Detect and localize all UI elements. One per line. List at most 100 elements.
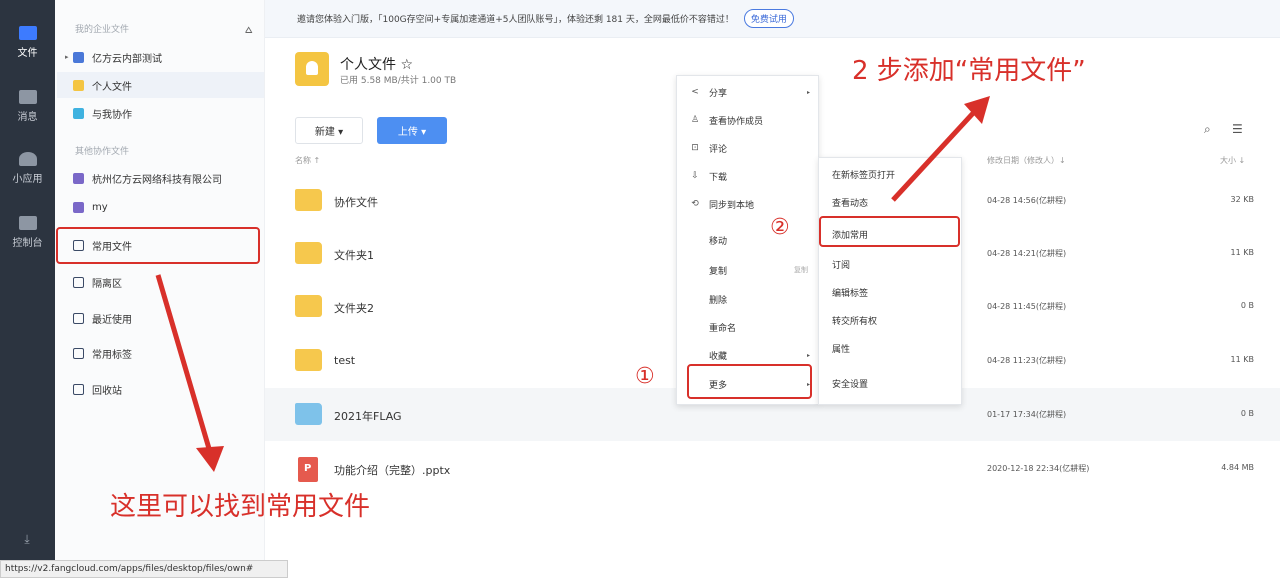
file-name[interactable]: 文件夹2 — [334, 300, 374, 316]
submenu-item-open-new-tab[interactable]: 在新标签页打开 — [819, 160, 961, 188]
sync-icon: ⟲ — [691, 199, 699, 209]
menu-label: 下载 — [709, 172, 728, 183]
file-name[interactable]: 协作文件 — [334, 194, 378, 210]
apps-icon — [18, 152, 37, 166]
file-size: 0 B — [1240, 301, 1254, 310]
download-icon[interactable]: ⤓ — [18, 532, 36, 546]
rail-messages[interactable]: 消息 — [0, 90, 55, 123]
submenu-item-security[interactable]: 安全设置 — [819, 369, 961, 397]
sidebar-section-enterprise: 我的企业文件 — [75, 25, 130, 35]
network-icon[interactable]: ⩟ — [245, 22, 252, 37]
sidebar-item-label: my — [92, 201, 108, 213]
arrow-up-head — [964, 96, 990, 124]
sidebar-item-recent[interactable]: 最近使用 — [57, 305, 252, 331]
rail-console[interactable]: 控制台 — [0, 216, 55, 249]
file-date: 01-17 17:34(亿耕程) — [987, 410, 1067, 419]
tag-icon — [73, 347, 84, 359]
file-size: 11 KB — [1230, 248, 1254, 257]
file-size: 4.84 MB — [1221, 463, 1254, 472]
folder-icon — [295, 189, 322, 211]
sidebar-item-label: 个人文件 — [92, 81, 132, 93]
folder-icon — [295, 295, 322, 317]
file-name[interactable]: 2021年FLAG — [334, 408, 402, 424]
new-button[interactable]: 新建 ▾ — [295, 117, 363, 144]
file-size: 11 KB — [1230, 355, 1254, 364]
app-rail: 文件 消息 小应用 控制台 ⤓ — [0, 0, 55, 578]
file-name[interactable]: 功能介绍（完整）.pptx — [334, 462, 450, 478]
file-name[interactable]: test — [334, 354, 355, 367]
menu-label: 查看协作成员 — [709, 116, 764, 127]
menu-item-delete[interactable]: 删除 — [677, 285, 818, 313]
rail-files-label: 文件 — [17, 48, 38, 59]
list-view-icon[interactable]: ☰ — [1232, 122, 1243, 136]
file-date: 04-28 11:45(亿耕程) — [987, 302, 1067, 311]
search-icon[interactable]: ⌕ — [1204, 122, 1211, 137]
table-row[interactable]: 功能介绍（完整）.pptx 2020-12-18 22:34(亿耕程) 4.84… — [265, 442, 1280, 495]
sidebar-item-label: 隔离区 — [92, 278, 122, 290]
menu-label: 评论 — [709, 144, 728, 155]
members-icon: ♙ — [690, 115, 700, 125]
console-icon — [18, 216, 37, 230]
step1-marker: ① — [635, 364, 655, 389]
submenu-item-transfer[interactable]: 转交所有权 — [819, 306, 961, 334]
sidebar-item-label: 最近使用 — [92, 314, 132, 326]
sidebar-item-my[interactable]: my — [57, 194, 252, 220]
menu-item-members[interactable]: ♙ 查看协作成员 — [677, 106, 818, 134]
folder-icon — [73, 201, 84, 213]
sidebar-item-label: 回收站 — [92, 385, 122, 397]
sidebar-item-personal[interactable]: 个人文件 — [57, 72, 264, 98]
upload-button[interactable]: 上传 ▾ — [377, 117, 447, 144]
column-size[interactable]: 大小 ↓ — [1220, 155, 1245, 166]
sidebar-item-internal-test[interactable]: ▸ 亿方云内部测试 — [57, 44, 252, 70]
folder-icon — [73, 107, 84, 119]
storage-usage: 已用 5.58 MB/共计 1.00 TB — [340, 76, 457, 86]
promo-banner: 邀请您体验入门版，「100G存空间+专属加速通道+5人团队账号」，体验还剩 18… — [265, 0, 1280, 38]
submenu-item-activity[interactable]: 查看动态 — [819, 188, 961, 216]
menu-item-sync[interactable]: ⟲ 同步到本地 — [677, 190, 818, 218]
menu-item-rename[interactable]: 重命名 — [677, 313, 818, 341]
sidebar-item-tags[interactable]: 常用标签 — [57, 340, 252, 366]
download-icon: ⇩ — [691, 171, 699, 181]
column-modified[interactable]: 修改日期（修改人）↓ — [987, 155, 1066, 166]
menu-item-share[interactable]: < 分享 ▸ — [677, 78, 818, 106]
highlight-more — [687, 364, 812, 399]
file-name[interactable]: 文件夹1 — [334, 247, 374, 263]
free-trial-button[interactable]: 免费试用 — [743, 9, 794, 28]
menu-item-comment[interactable]: ⊡ 评论 — [677, 134, 818, 162]
column-name[interactable]: 名称 ↑ — [295, 155, 320, 166]
submenu-item-properties[interactable]: 属性 — [819, 334, 961, 362]
sidebar-item-label: 常用标签 — [92, 349, 132, 361]
sidebar-item-company[interactable]: 杭州亿方云网络科技有限公司 — [57, 165, 252, 191]
submenu-arrow-icon: ▸ — [806, 88, 810, 96]
menu-item-copy[interactable]: 复制 复制 — [677, 256, 818, 284]
personal-folder-icon — [295, 52, 329, 86]
sidebar-section-other: 其他协作文件 — [75, 147, 130, 157]
highlight-add-frequent — [819, 216, 960, 247]
file-size: 32 KB — [1230, 195, 1254, 204]
folder-icon — [295, 403, 322, 425]
bottom-annotation: 这里可以找到常用文件 — [110, 492, 371, 522]
menu-label: 同步到本地 — [709, 200, 755, 211]
rail-apps[interactable]: 小应用 — [0, 152, 55, 185]
highlight-frequent — [56, 227, 260, 264]
submenu-item-subscribe[interactable]: 订阅 — [819, 250, 961, 278]
trash-icon — [73, 383, 84, 395]
sidebar-item-label: 杭州亿方云网络科技有限公司 — [92, 174, 222, 186]
menu-item-move[interactable]: 移动 — [677, 226, 818, 254]
message-icon — [18, 90, 37, 104]
context-menu: < 分享 ▸ ♙ 查看协作成员 ⊡ 评论 ⇩ 下载 ⟲ 同步到本地 移动 复制 … — [676, 75, 819, 405]
expand-icon[interactable]: ▸ — [65, 53, 73, 61]
sidebar-item-quarantine[interactable]: 隔离区 — [57, 269, 252, 295]
file-icon — [18, 26, 37, 40]
menu-item-download[interactable]: ⇩ 下载 — [677, 162, 818, 190]
sidebar-item-trash[interactable]: 回收站 — [57, 376, 252, 402]
file-date: 2020-12-18 22:34(亿耕程) — [987, 464, 1090, 473]
menu-label: 分享 — [709, 88, 728, 99]
rail-apps-label: 小应用 — [12, 174, 43, 185]
submenu-item-edit-tags[interactable]: 编辑标签 — [819, 278, 961, 306]
rail-files[interactable]: 文件 — [0, 26, 55, 59]
step2-marker: ② — [770, 215, 790, 240]
more-submenu: 在新标签页打开 查看动态 添加常用 订阅 编辑标签 转交所有权 属性 安全设置 — [818, 157, 962, 405]
rail-messages-label: 消息 — [17, 112, 38, 123]
sidebar-item-collab[interactable]: 与我协作 — [57, 100, 252, 126]
